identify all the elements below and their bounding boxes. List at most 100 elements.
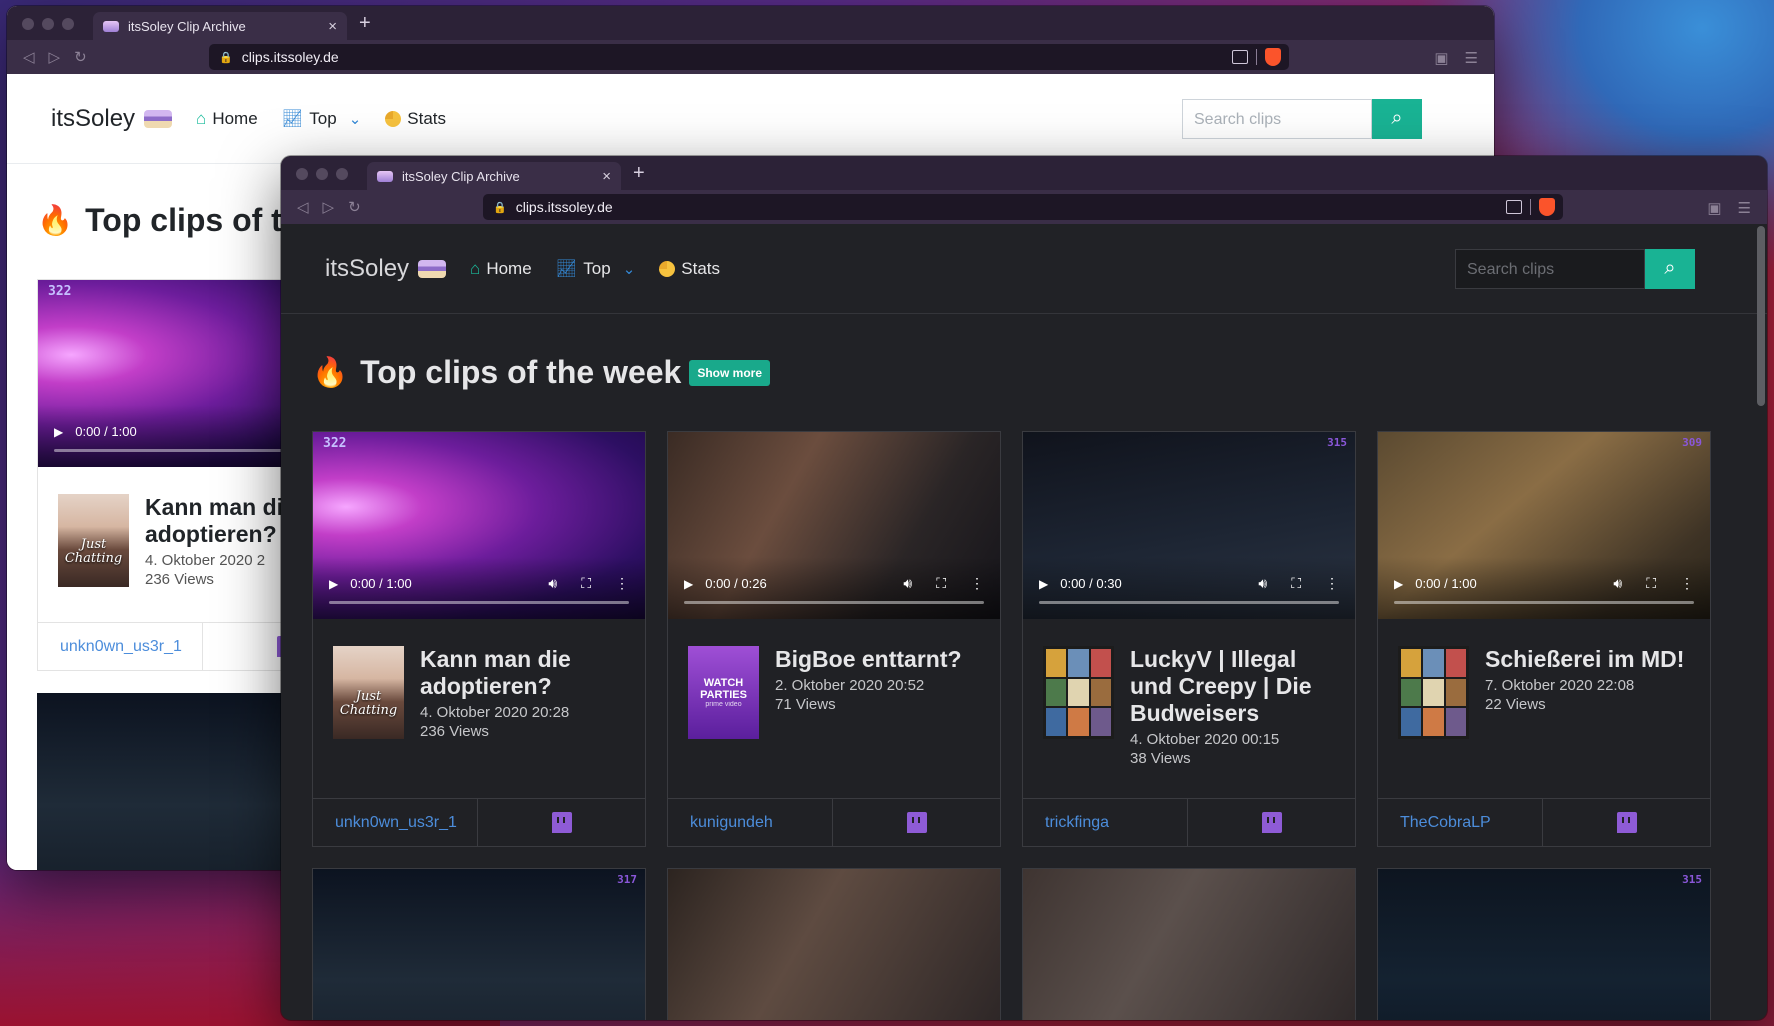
- back-icon[interactable]: ◁: [23, 48, 35, 66]
- nav-home[interactable]: ⌂ Home: [470, 259, 532, 279]
- reload-icon[interactable]: ↻: [74, 48, 87, 66]
- address-field[interactable]: 🔒 clips.itssoley.de: [209, 44, 1289, 70]
- volume-icon[interactable]: 🔊︎: [548, 575, 557, 592]
- twitch-link[interactable]: [478, 799, 645, 846]
- clip-title[interactable]: Kann man di adoptieren?: [145, 494, 283, 548]
- brave-shield-icon[interactable]: [1265, 48, 1281, 66]
- zoom-dot[interactable]: [62, 18, 74, 30]
- clip-title[interactable]: Schießerei im MD!: [1485, 646, 1684, 673]
- progress-bar[interactable]: [684, 601, 984, 604]
- fullscreen-icon[interactable]: ⛶: [1291, 575, 1301, 592]
- clip-title[interactable]: BigBoe enttarnt?: [775, 646, 962, 673]
- translate-icon[interactable]: [1506, 200, 1522, 214]
- address-text: clips.itssoley.de: [515, 199, 613, 215]
- window-controls[interactable]: [22, 18, 74, 30]
- more-options-icon[interactable]: ⋮: [970, 575, 984, 592]
- forward-icon[interactable]: ▷: [49, 48, 61, 66]
- progress-bar[interactable]: [1039, 601, 1339, 604]
- progress-bar[interactable]: [329, 601, 629, 604]
- close-dot[interactable]: [22, 18, 34, 30]
- close-tab-icon[interactable]: ×: [602, 168, 611, 185]
- play-icon[interactable]: ▶: [684, 577, 693, 591]
- menu-icon[interactable]: ☰: [1465, 49, 1478, 67]
- play-icon[interactable]: ▶: [1039, 577, 1048, 591]
- category-thumbnail: Just Chatting: [333, 646, 404, 739]
- video-player[interactable]: ▶ 0:00 / 0:26 🔊︎ ⛶ ⋮: [668, 432, 1000, 619]
- nav-stats[interactable]: Stats: [385, 109, 446, 129]
- volume-icon[interactable]: 🔊︎: [903, 575, 912, 592]
- fullscreen-icon[interactable]: ⛶: [936, 575, 946, 592]
- clip-title[interactable]: LuckyV | Illegal und Creepy | Die Budwei…: [1130, 646, 1335, 727]
- video-player[interactable]: [1022, 868, 1356, 1020]
- clip-user-link[interactable]: unkn0wn_us3r_1: [313, 799, 478, 846]
- search-button[interactable]: ⌕: [1372, 98, 1422, 139]
- wallet-icon[interactable]: ▣: [1707, 199, 1721, 217]
- address-field[interactable]: 🔒 clips.itssoley.de: [483, 194, 1563, 220]
- clip-title[interactable]: Kann man die adoptieren?: [420, 646, 625, 700]
- nav-top[interactable]: 📈︎ Top ⌄: [282, 109, 362, 129]
- video-player[interactable]: 322 ▶ 0:00 / 1:00 🔊︎ ⛶ ⋮: [313, 432, 645, 619]
- fullscreen-icon[interactable]: ⛶: [1646, 575, 1656, 592]
- more-options-icon[interactable]: ⋮: [1680, 575, 1694, 592]
- page-scrollbar[interactable]: [1757, 226, 1765, 406]
- reload-icon[interactable]: ↻: [348, 198, 361, 216]
- card-footer: TheCobraLP: [1378, 798, 1710, 846]
- nav-stats[interactable]: Stats: [659, 259, 720, 279]
- hat-logo-icon: [144, 109, 173, 128]
- more-options-icon[interactable]: ⋮: [615, 575, 629, 592]
- back-icon[interactable]: ◁: [297, 198, 309, 216]
- new-tab-icon[interactable]: +: [633, 162, 645, 185]
- nav-top[interactable]: 📈︎ Top ⌄: [556, 259, 636, 279]
- clip-user-link[interactable]: kunigundeh: [668, 799, 833, 846]
- twitch-link[interactable]: [1543, 799, 1710, 846]
- clip-user-link[interactable]: unkn0wn_us3r_1: [38, 623, 203, 670]
- browser-tab[interactable]: itsSoley Clip Archive ×: [367, 162, 621, 190]
- hat-logo-icon: [418, 259, 447, 278]
- forward-icon[interactable]: ▷: [323, 198, 335, 216]
- twitch-link[interactable]: [833, 799, 1000, 846]
- video-player[interactable]: 309 ▶ 0:00 / 1:00 🔊︎ ⛶ ⋮: [1378, 432, 1710, 619]
- clip-title-line2: adoptieren?: [145, 520, 277, 547]
- tab-bar: itsSoley Clip Archive × +: [7, 6, 1494, 40]
- translate-icon[interactable]: [1232, 50, 1248, 64]
- clip-user-link[interactable]: trickfinga: [1023, 799, 1188, 846]
- twitch-link[interactable]: [1188, 799, 1355, 846]
- site-navbar: itsSoley ⌂ Home 📈︎ Top ⌄ Stats Search clips…: [281, 224, 1767, 314]
- pie-chart-icon: [385, 110, 402, 127]
- nav-home[interactable]: ⌂ Home: [196, 109, 258, 129]
- search-button[interactable]: ⌕: [1645, 248, 1695, 289]
- window-controls[interactable]: [296, 168, 348, 180]
- close-dot[interactable]: [296, 168, 308, 180]
- toolbar-right: ▣ ☰: [1707, 199, 1751, 217]
- wallet-icon[interactable]: ▣: [1434, 49, 1448, 67]
- play-icon[interactable]: ▶: [1394, 577, 1403, 591]
- clip-user-link[interactable]: TheCobraLP: [1378, 799, 1543, 846]
- minimize-dot[interactable]: [42, 18, 54, 30]
- video-player[interactable]: [667, 868, 1001, 1020]
- minimize-dot[interactable]: [316, 168, 328, 180]
- search-input[interactable]: Search clips: [1182, 98, 1372, 139]
- site-brand[interactable]: itsSoley: [325, 255, 447, 283]
- video-player[interactable]: 315: [1377, 868, 1711, 1020]
- volume-icon[interactable]: 🔊︎: [1258, 575, 1267, 592]
- video-player[interactable]: 315 ▶ 0:00 / 0:30 🔊︎ ⛶ ⋮: [1023, 432, 1355, 619]
- search-input[interactable]: Search clips: [1455, 248, 1645, 289]
- site-brand[interactable]: itsSoley: [51, 105, 173, 133]
- menu-icon[interactable]: ☰: [1738, 199, 1751, 217]
- gta-cover-icon: [1398, 646, 1469, 739]
- show-more-button[interactable]: Show more: [689, 359, 771, 386]
- close-tab-icon[interactable]: ×: [328, 18, 337, 35]
- play-icon[interactable]: ▶: [54, 425, 63, 439]
- play-icon[interactable]: ▶: [329, 577, 338, 591]
- brave-shield-icon[interactable]: [1539, 198, 1555, 216]
- new-tab-icon[interactable]: +: [359, 12, 371, 35]
- video-player[interactable]: 317: [312, 868, 646, 1020]
- zoom-dot[interactable]: [336, 168, 348, 180]
- progress-bar[interactable]: [1394, 601, 1694, 604]
- twitch-icon: [1616, 812, 1637, 833]
- volume-icon[interactable]: 🔊︎: [1613, 575, 1622, 592]
- browser-window-dark: itsSoley Clip Archive × + ◁ ▷ ↻ 🔒 clips.it…: [281, 156, 1767, 1020]
- more-options-icon[interactable]: ⋮: [1325, 575, 1339, 592]
- fullscreen-icon[interactable]: ⛶: [581, 575, 591, 592]
- browser-tab[interactable]: itsSoley Clip Archive ×: [93, 12, 347, 40]
